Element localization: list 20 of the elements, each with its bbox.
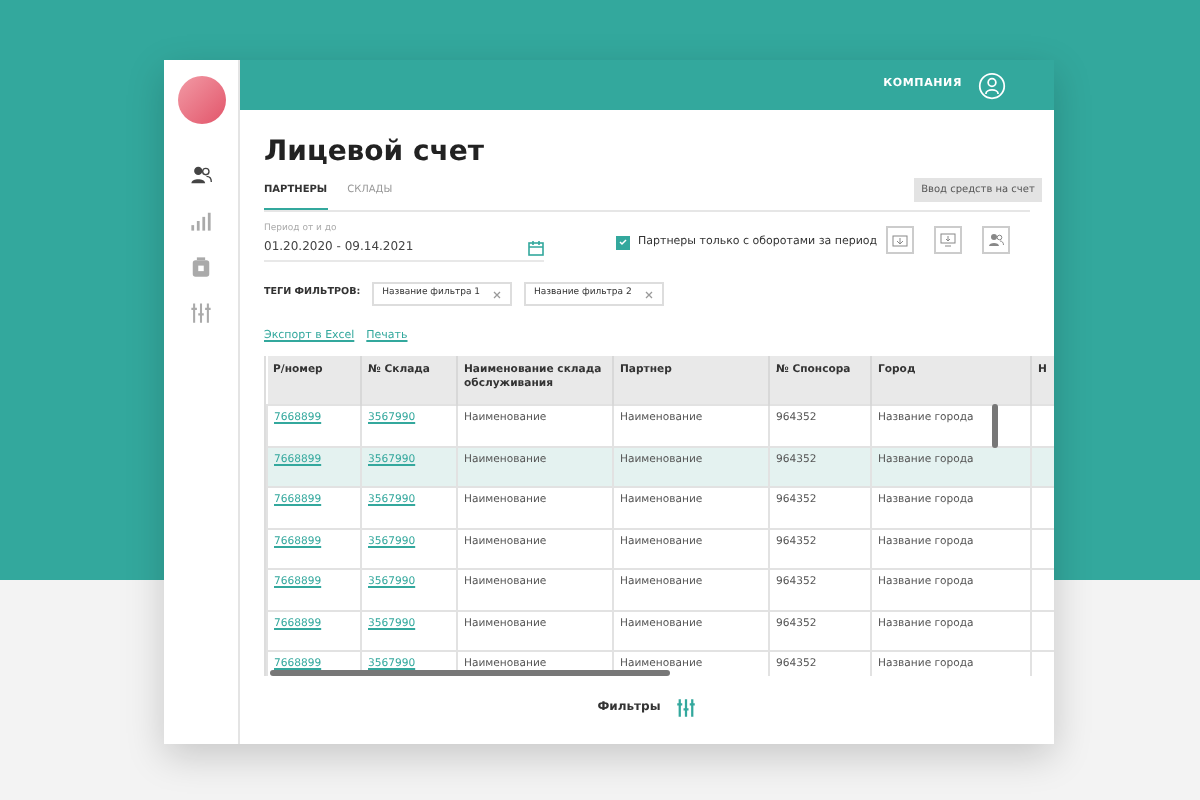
icon-button[interactable] xyxy=(934,225,962,254)
monitor-icon xyxy=(940,231,956,248)
icon-button[interactable] xyxy=(982,225,1010,254)
close-icon[interactable] xyxy=(643,289,654,300)
sliders-icon[interactable] xyxy=(676,697,697,718)
users-icon[interactable] xyxy=(190,164,212,186)
users-icon xyxy=(988,231,1004,248)
user-icon[interactable] xyxy=(978,71,1006,99)
bar-chart-icon[interactable] xyxy=(190,210,212,232)
horizontal-scrollbar[interactable] xyxy=(270,669,670,676)
wallet-icon[interactable] xyxy=(190,256,212,278)
logo-icon xyxy=(177,76,225,124)
close-icon[interactable] xyxy=(492,289,502,300)
calendar-icon[interactable] xyxy=(528,239,544,256)
icon-button[interactable] xyxy=(886,225,914,254)
page-title: Лицевой счет xyxy=(264,138,486,169)
sliders-icon[interactable] xyxy=(190,302,212,324)
vertical-scrollbar[interactable] xyxy=(992,403,998,448)
checkbox[interactable] xyxy=(616,235,630,250)
download-icon xyxy=(892,231,908,248)
